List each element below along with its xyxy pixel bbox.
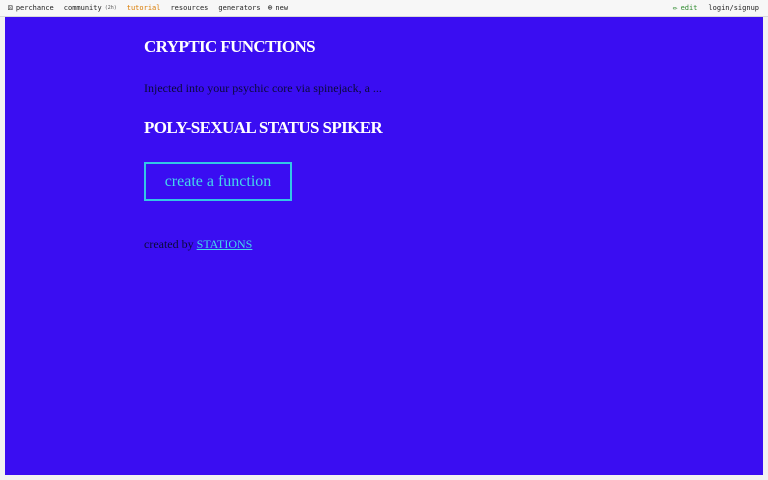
credit-prefix: created by [144, 237, 194, 251]
nav-generators[interactable]: generators [215, 3, 260, 13]
dice-icon: ⚄ [8, 3, 13, 12]
nav-perchance[interactable]: ⚄ perchance [8, 3, 54, 13]
top-navigation-bar: ⚄ perchance community (2h) tutorial reso… [0, 0, 768, 17]
new-icon: ⊕ [267, 3, 273, 12]
nav-new[interactable]: ⊕ new [268, 3, 288, 13]
nav-login-label: login/signup [708, 4, 759, 12]
nav-community[interactable]: community (2h) [61, 3, 117, 13]
credit-line: created by STATIONS [144, 237, 252, 252]
nav-edit-label: edit [680, 4, 698, 12]
create-function-button[interactable]: create a function [144, 162, 292, 201]
creator-link[interactable]: STATIONS [197, 237, 253, 251]
nav-left-group: ⚄ perchance community (2h) tutorial reso… [8, 3, 288, 13]
nav-perchance-label: perchance [15, 4, 54, 12]
nav-generators-label: generators [218, 4, 261, 12]
nav-tutorial[interactable]: tutorial [124, 3, 161, 13]
nav-new-label: new [275, 4, 289, 12]
description-text: Injected into your psychic core via spin… [144, 81, 382, 95]
nav-community-label: community [63, 4, 102, 12]
community-time-badge: (2h) [104, 5, 117, 11]
nav-resources[interactable]: resources [167, 3, 208, 13]
nav-right-group: ✏ edit login/signup [673, 3, 759, 13]
nav-edit[interactable]: ✏ edit [673, 3, 698, 13]
nav-resources-label: resources [170, 4, 209, 12]
generated-result: POLY-SEXUAL STATUS SPIKER [144, 118, 383, 137]
pencil-icon: ✏ [672, 3, 678, 12]
page-title: CRYPTIC FUNCTIONS [144, 37, 316, 56]
nav-tutorial-label: tutorial [126, 4, 161, 12]
generator-frame: CRYPTIC FUNCTIONS Injected into your psy… [5, 17, 763, 475]
nav-login[interactable]: login/signup [705, 3, 759, 13]
